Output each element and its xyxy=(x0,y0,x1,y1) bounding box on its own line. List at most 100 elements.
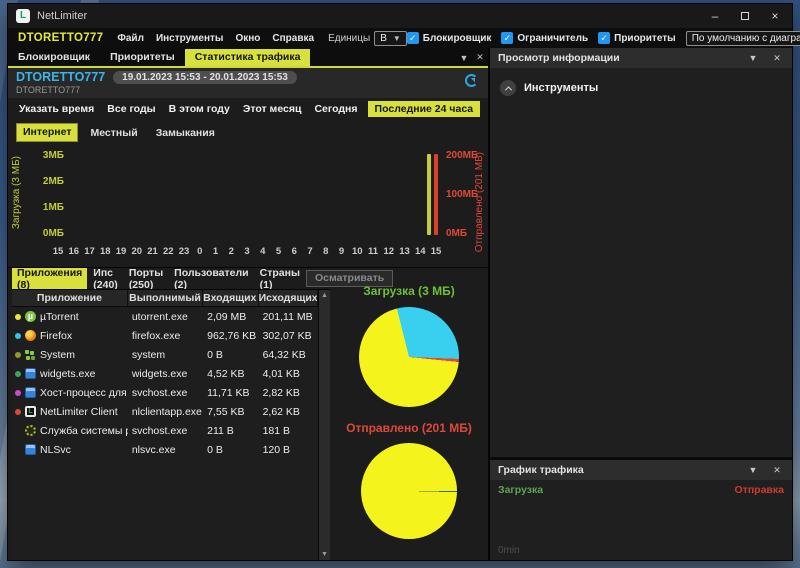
panel-close-icon[interactable]: ✕ xyxy=(472,52,488,66)
view-select[interactable]: По умолчанию с диаграммой ▼ xyxy=(685,30,800,46)
toggle-0[interactable]: ✓ Блокировщик xyxy=(406,32,491,44)
app-incoming: 211 B xyxy=(207,424,234,437)
right-dock: Просмотр информации ▼ ✕ Инструменты Граф… xyxy=(490,48,792,560)
stats-header: DTORETTO777 19.01.2023 15:53 - 20.01.202… xyxy=(8,68,488,98)
menu-item-2[interactable]: Окно xyxy=(229,33,266,44)
table-row[interactable]: widgets.exe widgets.exe 4,52 KB 4,01 KB xyxy=(12,364,318,383)
x-tick: 2 xyxy=(228,246,234,257)
date-range-pill[interactable]: 19.01.2023 15:53 - 20.01.2023 15:53 xyxy=(113,70,297,84)
panel-collapse-icon[interactable]: ▼ xyxy=(746,53,760,63)
app-incoming: 11,71 KB xyxy=(207,386,250,399)
scope-tab-0[interactable]: Интернет xyxy=(16,123,79,142)
column-header-3[interactable]: Исходящих дан xyxy=(259,290,318,306)
window-icon xyxy=(25,368,36,379)
table-row[interactable]: System system 0 B 64,32 KB xyxy=(12,345,318,364)
app-incoming: 962,76 KB xyxy=(207,329,257,342)
maximize-icon xyxy=(741,12,749,20)
x-tick: 23 xyxy=(178,246,190,257)
scope-tab-1[interactable]: Местный xyxy=(84,125,143,142)
checkbox-checked-icon[interactable]: ✓ xyxy=(501,32,514,44)
x-tick: 0 xyxy=(197,246,203,257)
app-exe: utorrent.exe xyxy=(131,310,188,323)
column-header-2[interactable]: Входящих данн xyxy=(203,290,259,306)
menu-right-cluster: ✓ Блокировщик ✓ Ограничитель ✓ Приоритеты По … xyxy=(406,30,800,47)
maximize-button[interactable] xyxy=(730,6,760,26)
left-axis-tick: 0МБ xyxy=(42,228,64,239)
x-tick: 12 xyxy=(383,246,395,257)
time-filter-5[interactable]: Последние 24 часа xyxy=(367,101,481,117)
table-row[interactable]: µ µTorrent utorrent.exe 2,09 MB 201,11 MB xyxy=(12,307,318,326)
app-exe: widgets.exe xyxy=(131,367,188,380)
app-name: Служба системы push-ув xyxy=(40,424,128,437)
traffic-panel-title: График трафика xyxy=(498,464,584,476)
tab-0[interactable]: Блокировщик xyxy=(8,49,100,66)
column-header-0[interactable]: Приложение xyxy=(12,290,128,306)
info-panel-title: Просмотр информации xyxy=(498,52,620,64)
table-body: µ µTorrent utorrent.exe 2,09 MB 201,11 MB Fir… xyxy=(12,307,318,459)
chevron-down-icon: ▼ xyxy=(392,33,401,43)
table-row[interactable]: Firefox firefox.exe 962,76 KB 302,07 KB xyxy=(12,326,318,345)
scroll-up-icon[interactable]: ▲ xyxy=(321,292,328,299)
toggle-1[interactable]: ✓ Ограничитель xyxy=(501,32,588,44)
time-filter-3[interactable]: Этот месяц xyxy=(240,101,305,117)
menu-toggles: ✓ Блокировщик ✓ Ограничитель ✓ Приоритеты xyxy=(406,32,686,44)
toggle-2[interactable]: ✓ Приоритеты xyxy=(598,32,676,44)
collapse-circle-button[interactable] xyxy=(500,80,516,96)
app-name-cell: Служба системы push-ув xyxy=(12,425,128,437)
scroll-down-icon[interactable]: ▼ xyxy=(321,551,328,558)
main-tabs: Блокировщик Приоритеты Статистика трафика … xyxy=(8,48,488,68)
user-menu[interactable]: DTORETTO777 xyxy=(18,32,103,44)
app-name: Хост-процесс для служб xyxy=(40,386,128,399)
left-axis-tick: 1МБ xyxy=(42,202,64,213)
netlimiter-window: L NetLimiter – × DTORETTO777 Файл Инструм… xyxy=(8,4,800,560)
menu-item-3[interactable]: Справка xyxy=(266,33,320,44)
x-tick: 4 xyxy=(260,246,266,257)
tools-expander[interactable]: Инструменты xyxy=(500,80,782,96)
minimize-button[interactable]: – xyxy=(700,6,730,26)
window-icon xyxy=(25,387,36,398)
menu-item-0[interactable]: Файл xyxy=(111,33,150,44)
checkbox-checked-icon[interactable]: ✓ xyxy=(406,32,419,44)
units-select[interactable]: В ▼ xyxy=(374,30,407,46)
app-exe: system xyxy=(131,348,166,361)
time-filter-2[interactable]: В этом году xyxy=(166,101,233,117)
x-tick: 6 xyxy=(291,246,297,257)
table-row[interactable]: Служба системы push-увsvchost.exe 211 B 18… xyxy=(12,421,318,440)
column-header-1[interactable]: Выполнимый xyxy=(128,290,204,306)
menu-item-1[interactable]: Инструменты xyxy=(150,33,230,44)
time-filter-4[interactable]: Сегодня xyxy=(311,101,360,117)
scope-tab-2[interactable]: Замыкания xyxy=(150,125,221,142)
chart-bar-Отправлено xyxy=(434,154,438,235)
app-name-cell: Хост-процесс для служб xyxy=(12,387,128,399)
x-tick: 14 xyxy=(414,246,426,257)
download-pie-chart xyxy=(359,307,459,407)
menu-items: Файл Инструменты Окно Справка xyxy=(111,33,320,44)
app-outgoing: 64,32 KB xyxy=(262,348,306,361)
panel-collapse-icon[interactable]: ▼ xyxy=(746,465,760,475)
time-scale-label: 0min xyxy=(498,545,520,556)
x-tick: 16 xyxy=(68,246,80,257)
table-row[interactable]: Хост-процесс для службsvchost.exe 11,71 K… xyxy=(12,383,318,402)
utorrent-icon: µ xyxy=(25,311,36,322)
table-row[interactable]: NLSvc nlsvc.exe 0 B 120 B xyxy=(12,440,318,459)
x-tick: 13 xyxy=(399,246,410,257)
tab-2[interactable]: Статистика трафика xyxy=(184,49,311,66)
gear-icon xyxy=(25,425,36,436)
toggle-label: Приоритеты xyxy=(614,32,676,44)
panel-close-icon[interactable]: ✕ xyxy=(770,53,784,64)
table-row[interactable]: L NetLimiter Client nlclientapp.exe 7,55 KB… xyxy=(12,402,318,421)
panel-close-icon[interactable]: ✕ xyxy=(770,465,784,476)
time-filter-0[interactable]: Указать время xyxy=(16,101,97,117)
tab-1[interactable]: Приоритеты xyxy=(100,49,185,66)
app-incoming: 7,55 KB xyxy=(207,405,245,418)
refresh-icon[interactable] xyxy=(465,74,478,87)
checkbox-checked-icon[interactable]: ✓ xyxy=(598,32,611,44)
app-exe: nlclientapp.exe xyxy=(131,405,202,418)
app-outgoing: 2,82 KB xyxy=(262,386,300,399)
chevron-up-icon xyxy=(504,85,512,93)
close-button[interactable]: × xyxy=(760,6,790,26)
table-scrollbar[interactable]: ▲ ▼ xyxy=(318,290,330,560)
panel-collapse-icon[interactable]: ▼ xyxy=(456,53,472,66)
traffic-histogram: Загрузка (3 МБ) Отправлено (201 МБ) 15 16… xyxy=(8,142,488,268)
time-filter-1[interactable]: Все годы xyxy=(104,101,158,117)
